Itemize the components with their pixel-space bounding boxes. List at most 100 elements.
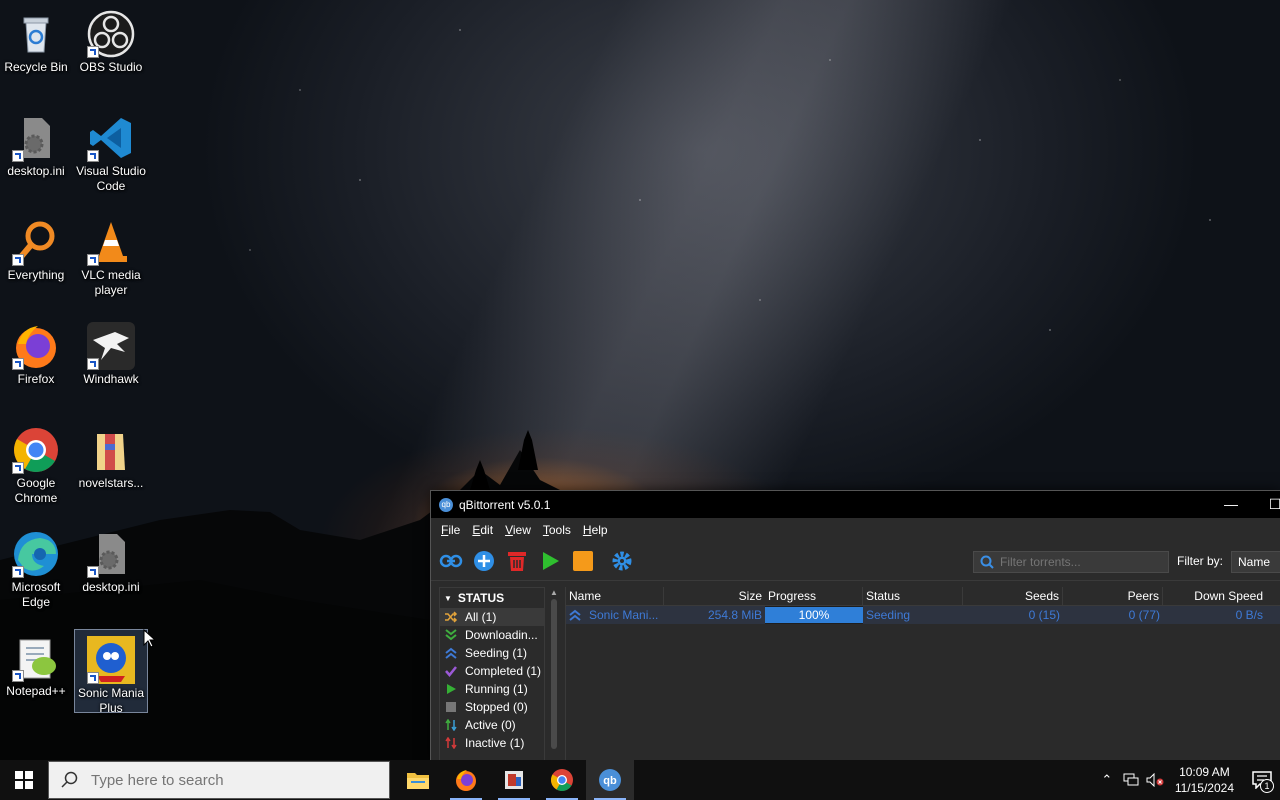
taskbar-search-input[interactable] [89, 770, 373, 790]
taskbar-media-app[interactable] [490, 760, 538, 800]
start-torrent-button[interactable] [538, 549, 562, 573]
archive-file-icon [87, 426, 135, 474]
desktop-icon-label: Visual Studio Code [76, 164, 146, 193]
start-button[interactable] [0, 760, 48, 800]
column-header-size[interactable]: Size [664, 587, 765, 605]
shortcut-arrow-icon [12, 150, 24, 162]
desktop-icon-vscode[interactable]: Visual Studio Code [75, 108, 147, 194]
taskbar-search-box[interactable] [48, 761, 390, 799]
torrent-size: 254.8 MiB [707, 608, 762, 622]
sidebar-item-downloading[interactable]: Downloadin... [440, 626, 544, 644]
desktop-icon-firefox[interactable]: Firefox [0, 316, 72, 387]
firefox-icon [456, 770, 476, 791]
column-header-seeds[interactable]: Seeds [963, 587, 1063, 605]
sidebar-item-seeding[interactable]: Seeding (1) [440, 644, 544, 662]
sidebar-scrollbar[interactable]: ▲ [547, 587, 561, 761]
file-explorer-icon [407, 773, 429, 789]
menu-tools[interactable]: Tools [543, 523, 571, 537]
clock-time: 10:09 AM [1179, 765, 1230, 779]
scrollbar-thumb[interactable] [551, 599, 557, 749]
desktop-icon-vlc[interactable]: VLC media player [75, 212, 147, 298]
desktop-icon-notepad-plus-plus[interactable]: Notepad++ [0, 628, 72, 699]
filter-torrents-input[interactable] [998, 554, 1162, 570]
link-icon [439, 554, 463, 568]
network-icon[interactable] [1119, 760, 1143, 800]
column-header-peers[interactable]: Peers [1063, 587, 1163, 605]
sidebar-item-inactive[interactable]: Inactive (1) [440, 734, 544, 752]
column-header-status[interactable]: Status [863, 587, 963, 605]
plus-circle-icon [474, 551, 494, 571]
torrent-list-header: Name Size Progress Status Seeds Peers Do… [566, 587, 1280, 606]
filter-torrents-box[interactable] [973, 551, 1169, 573]
stop-torrent-button[interactable] [571, 549, 595, 573]
sidebar-item-label: Seeding (1) [465, 646, 528, 660]
desktop-icon-windhawk[interactable]: Windhawk [75, 316, 147, 387]
status-header[interactable]: ▼ STATUS [440, 588, 544, 608]
check-icon [444, 664, 458, 678]
taskbar-file-explorer[interactable] [394, 760, 442, 800]
torrent-name: Sonic Mani... [589, 608, 659, 622]
sidebar-item-label: All (1) [465, 610, 497, 624]
notification-center-button[interactable]: 1 [1244, 760, 1280, 800]
sidebar-item-stopped[interactable]: Stopped (0) [440, 698, 544, 716]
torrent-peers: 0 (77) [1128, 608, 1160, 622]
desktop-icon-label: OBS Studio [79, 60, 143, 74]
column-header-progress[interactable]: Progress [765, 587, 863, 605]
minimize-button[interactable]: — [1209, 491, 1253, 518]
column-header-down-speed[interactable]: Down Speed [1163, 587, 1266, 605]
desktop-icon-recycle-bin[interactable]: Recycle Bin [0, 4, 72, 75]
filter-by-select[interactable]: Name [1231, 551, 1280, 573]
chrome-icon [12, 426, 60, 474]
window-titlebar[interactable]: qb qBittorrent v5.0.1 — ☐ [431, 491, 1280, 518]
column-header-name[interactable]: Name [566, 587, 664, 605]
desktop-icon-label: Microsoft Edge [11, 580, 61, 609]
scroll-up-arrow-icon[interactable]: ▲ [547, 587, 561, 599]
qbittorrent-window[interactable]: qb qBittorrent v5.0.1 — ☐ File Edit View… [430, 490, 1280, 761]
settings-file-icon [87, 530, 135, 578]
desktop-icon-desktop-ini[interactable]: desktop.ini [0, 108, 72, 179]
sidebar-item-completed[interactable]: Completed (1) [440, 662, 544, 680]
volume-muted-icon[interactable] [1143, 760, 1167, 800]
show-hidden-icons-chevron-icon[interactable]: ⌃ [1095, 760, 1119, 800]
play-icon [543, 552, 559, 570]
clock-date: 11/15/2024 [1174, 781, 1234, 795]
taskbar-firefox[interactable] [442, 760, 490, 800]
desktop-icon-sonic-mania-plus[interactable]: Sonic Mania Plus [74, 629, 148, 715]
sidebar-item-label: Active (0) [465, 718, 516, 732]
svg-text:qb: qb [603, 775, 617, 787]
desktop-icon-label: Sonic Mania Plus [77, 686, 145, 715]
search-icon [61, 771, 78, 788]
notification-count: 1 [1260, 779, 1274, 793]
delete-torrent-button[interactable] [505, 549, 529, 573]
menu-file[interactable]: File [441, 523, 460, 537]
menu-view[interactable]: View [505, 523, 531, 537]
table-row[interactable]: Sonic Mani... 254.8 MiB 100% Seeding 0 (… [566, 606, 1280, 624]
add-torrent-link-button[interactable] [439, 549, 463, 573]
stop-icon [573, 551, 593, 571]
sidebar-item-all[interactable]: All (1) [440, 608, 544, 626]
everything-search-icon [12, 218, 60, 266]
edge-icon [12, 530, 60, 578]
add-torrent-file-button[interactable] [472, 549, 496, 573]
shortcut-arrow-icon [87, 672, 99, 684]
desktop-icon-novelstars[interactable]: novelstars... [75, 420, 147, 491]
sidebar-item-label: Completed (1) [465, 664, 542, 678]
taskbar-clock[interactable]: 10:09 AM 11/15/2024 [1175, 764, 1234, 796]
desktop-icon-label: Recycle Bin [4, 60, 68, 74]
desktop-icon-desktop-ini-2[interactable]: desktop.ini [75, 524, 147, 595]
menu-help[interactable]: Help [583, 523, 608, 537]
filter-by-label: Filter by: [1177, 554, 1224, 568]
menu-edit[interactable]: Edit [472, 523, 493, 537]
sidebar-item-active[interactable]: Active (0) [440, 716, 544, 734]
desktop-icon-label: Google Chrome [14, 476, 58, 505]
desktop-icon-microsoft-edge[interactable]: Microsoft Edge [0, 524, 72, 610]
sidebar-item-running[interactable]: Running (1) [440, 680, 544, 698]
options-button[interactable] [610, 549, 634, 573]
desktop-icon-obs-studio[interactable]: OBS Studio [75, 4, 147, 75]
maximize-button[interactable]: ☐ [1253, 491, 1280, 518]
taskbar-qbittorrent[interactable]: qb [586, 760, 634, 800]
taskbar-chrome[interactable] [538, 760, 586, 800]
torrent-name-cell: Sonic Mani... [566, 606, 664, 624]
desktop-icon-google-chrome[interactable]: Google Chrome [0, 420, 72, 506]
desktop-icon-everything[interactable]: Everything [0, 212, 72, 283]
